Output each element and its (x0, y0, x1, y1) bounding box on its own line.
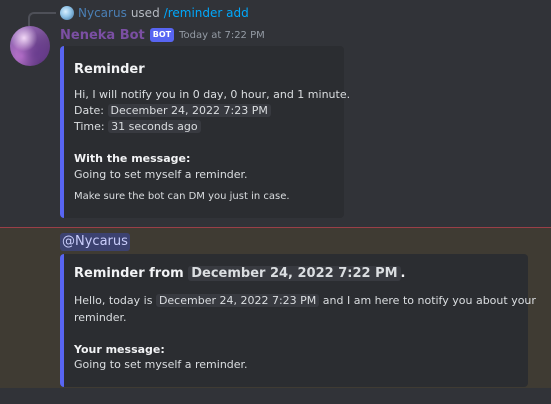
bot-avatar[interactable] (10, 26, 50, 66)
reply-username[interactable]: Nycarus (78, 6, 127, 20)
bot-badge: BOT (149, 28, 175, 42)
embed-date-line: Date: December 24, 2022 7:23 PM (74, 104, 271, 117)
chat-bottom-area (0, 388, 551, 404)
field-name-your-message: Your message: (74, 343, 165, 356)
field-name-message: With the message: (74, 152, 191, 165)
author-name[interactable]: Neneka Bot (60, 28, 145, 43)
time-label: Time: (74, 120, 105, 133)
embed-hello-line-2: reminder. (74, 311, 127, 324)
user-mention[interactable]: @Nycarus (60, 233, 130, 251)
reply-avatar[interactable] (60, 6, 74, 20)
field-value-your-message: Going to set myself a reminder. (74, 358, 248, 371)
message-timestamp[interactable]: Today at 7:22 PM (179, 30, 265, 41)
field-value-message: Going to set myself a reminder. (74, 168, 248, 181)
embed-title-prefix: Reminder from (74, 266, 184, 281)
hello-prefix: Hello, today is (74, 294, 153, 307)
date-timestamp-chip[interactable]: December 24, 2022 7:23 PM (107, 104, 271, 117)
embed-line-notify: Hi, I will notify you in 0 day, 0 hour, … (74, 88, 351, 101)
reply-command[interactable]: /reminder add (164, 6, 249, 20)
reminder-notify-embed: Reminder from December 24, 2022 7:22 PM.… (60, 254, 536, 387)
reminder-embed: Reminder Hi, I will notify you in 0 day,… (60, 46, 350, 218)
embed-time-line: Time: 31 seconds ago (74, 120, 201, 133)
reply-reference[interactable]: Nycarus used /reminder add (60, 5, 249, 21)
embed-title-suffix: . (400, 266, 406, 281)
date-label: Date: (74, 104, 104, 117)
embed-footer-text: Make sure the bot can DM you just in cas… (74, 191, 290, 202)
time-timestamp-chip[interactable]: 31 seconds ago (108, 120, 201, 133)
embed-hello-line: Hello, today is December 24, 2022 7:23 P… (74, 294, 536, 307)
hello-timestamp-chip[interactable]: December 24, 2022 7:23 PM (155, 294, 320, 307)
hello-suffix: and I am here to notify you about your (322, 294, 536, 307)
embed-title-line: Reminder from December 24, 2022 7:22 PM. (74, 266, 406, 281)
reply-connector (28, 12, 56, 26)
new-messages-divider (0, 227, 551, 228)
reply-used-text: used (130, 6, 160, 20)
embed-title: Reminder (74, 62, 145, 77)
message-header: Neneka Bot BOT Today at 7:22 PM (60, 26, 265, 44)
title-timestamp-chip[interactable]: December 24, 2022 7:22 PM (188, 266, 401, 281)
